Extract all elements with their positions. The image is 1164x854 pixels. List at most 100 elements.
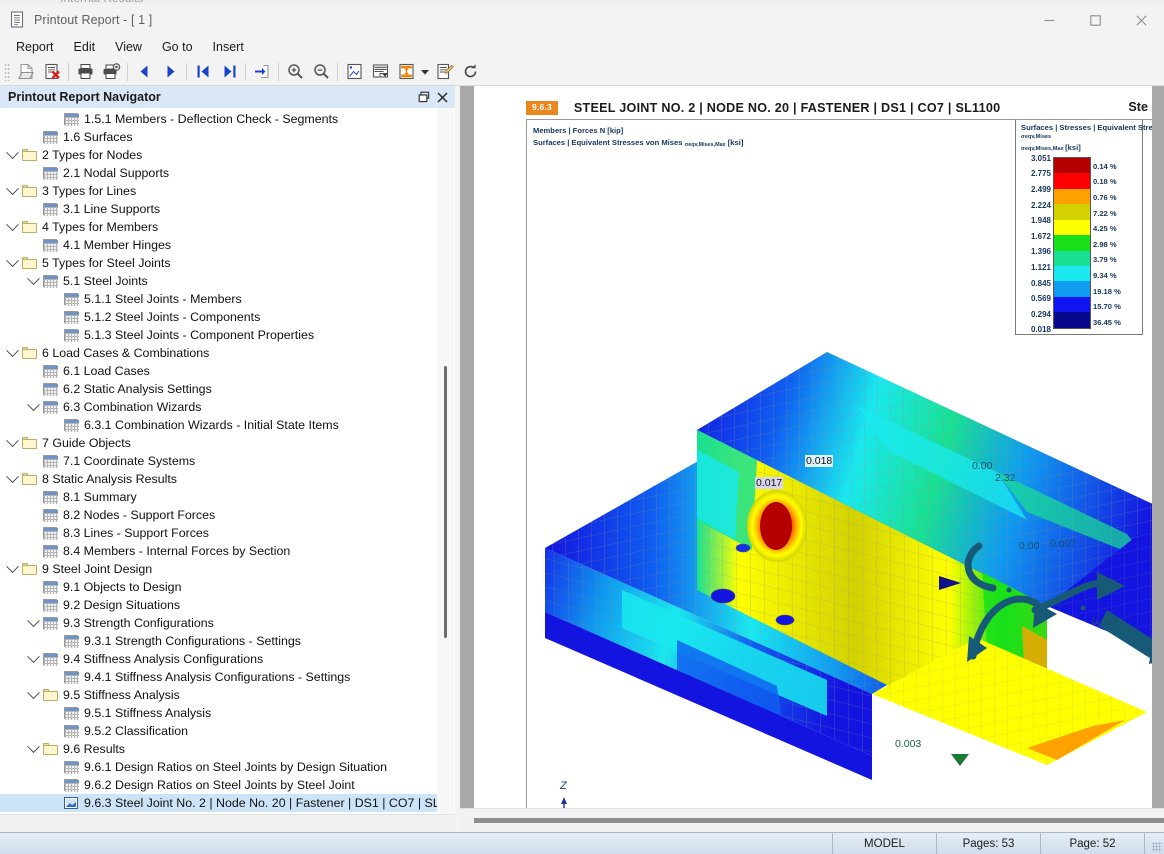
tree-item[interactable]: 8.1 Summary [0, 488, 437, 506]
tree-item[interactable]: 9.3.1 Strength Configurations - Settings [0, 632, 437, 650]
tree-item[interactable]: 9.5 Stiffness Analysis [0, 685, 437, 704]
stress-label-0017: 0.017 [755, 477, 784, 489]
print-icon[interactable] [72, 60, 98, 84]
scrollbar-thumb[interactable] [444, 366, 447, 638]
page-setup-icon[interactable] [341, 60, 367, 84]
chevron-down-icon[interactable] [25, 739, 41, 757]
tree-item-label: 6 Load Cases & Combinations [42, 346, 210, 360]
tree-item[interactable]: 6.3.1 Combination Wizards - Initial Stat… [0, 416, 437, 434]
tree-item[interactable]: 4.1 Member Hinges [0, 236, 437, 254]
chevron-down-icon[interactable] [419, 60, 431, 84]
chevron-down-icon[interactable] [4, 469, 20, 487]
open-report-icon[interactable] [13, 60, 39, 84]
tree-item[interactable]: 9.5.1 Stiffness Analysis [0, 704, 437, 722]
maximize-icon[interactable] [1072, 4, 1118, 36]
tree-item[interactable]: 1.6 Surfaces [0, 128, 437, 146]
folder-icon [20, 219, 38, 235]
tree-item[interactable]: 6.3 Combination Wizards [0, 397, 437, 416]
tree-item[interactable]: 9 Steel Joint Design [0, 559, 437, 578]
tree-item[interactable]: 5 Types for Steel Joints [0, 253, 437, 272]
tree-item-label: 9.5.2 Classification [84, 724, 188, 738]
tree-item[interactable]: 9.6.2 Design Ratios on Steel Joints by S… [0, 776, 437, 794]
menu-item-goto[interactable]: Go to [152, 38, 203, 56]
chevron-down-icon[interactable] [25, 397, 41, 415]
next-page-icon[interactable] [157, 60, 183, 84]
first-page-icon[interactable] [190, 60, 216, 84]
tree-item[interactable]: 9.6 Results [0, 739, 437, 758]
minimize-icon[interactable] [1026, 4, 1072, 36]
close-icon[interactable] [1118, 4, 1164, 36]
report-selection-icon[interactable] [367, 60, 393, 84]
tree-item[interactable]: 8.4 Members - Internal Forces by Section [0, 542, 437, 560]
tree-item[interactable]: 9.6.4 Design Ratios on Steel Joints by N… [0, 812, 437, 814]
tree-item[interactable]: 9.3 Strength Configurations [0, 613, 437, 632]
tree-item-label: 6.3.1 Combination Wizards - Initial Stat… [84, 418, 339, 432]
tree-item[interactable]: 7.1 Coordinate Systems [0, 452, 437, 470]
chevron-down-icon[interactable] [4, 145, 20, 163]
header-footer-icon[interactable] [393, 60, 419, 84]
chevron-down-icon[interactable] [4, 181, 20, 199]
scale-tick: 0.018 [1030, 325, 1051, 335]
tree-horizontal-scrollbar[interactable] [0, 814, 455, 832]
menu-item-edit[interactable]: Edit [64, 38, 106, 56]
report-page[interactable]: 9.6.3 STEEL JOINT NO. 2 | NODE NO. 20 | … [474, 86, 1152, 808]
tree-item[interactable]: 5.1.2 Steel Joints - Components [0, 308, 437, 326]
tree-item[interactable]: 8 Static Analysis Results [0, 469, 437, 488]
chevron-down-icon[interactable] [4, 253, 20, 271]
delete-report-icon[interactable] [39, 60, 65, 84]
print-settings-icon[interactable] [98, 60, 124, 84]
go-to-page-icon[interactable] [249, 60, 275, 84]
previous-page-icon[interactable] [131, 60, 157, 84]
chevron-down-icon[interactable] [25, 685, 41, 703]
tree-item[interactable]: 9.6.1 Design Ratios on Steel Joints by D… [0, 758, 437, 776]
tree-item[interactable]: 9.5.2 Classification [0, 722, 437, 740]
tree-item[interactable]: 6.2 Static Analysis Settings [0, 380, 437, 398]
tree-item[interactable]: 3.1 Line Supports [0, 200, 437, 218]
tree-item[interactable]: 9.4 Stiffness Analysis Configurations [0, 649, 437, 668]
chevron-down-icon[interactable] [4, 343, 20, 361]
document-horizontal-scrollbar[interactable] [460, 808, 1164, 832]
report-tree[interactable]: 1.5.1 Members - Deflection Check - Segme… [0, 108, 437, 814]
refresh-icon[interactable] [457, 60, 483, 84]
tree-item[interactable]: 7 Guide Objects [0, 433, 437, 452]
tree-item[interactable]: 1.5.1 Members - Deflection Check - Segme… [0, 110, 437, 128]
tree-item[interactable]: 9.6.3 Steel Joint No. 2 | Node No. 20 | … [0, 794, 437, 812]
toolbar-grip[interactable] [4, 62, 10, 81]
tree-item[interactable]: 8.3 Lines - Support Forces [0, 524, 437, 542]
chevron-down-icon[interactable] [25, 649, 41, 667]
colour-scale: 3.051 2.775 2.499 2.224 1.948 1.672 1.396 1.121… [1021, 154, 1133, 335]
chevron-down-icon[interactable] [4, 217, 20, 235]
menu-item-insert[interactable]: Insert [203, 38, 254, 56]
zoom-out-icon[interactable] [308, 60, 334, 84]
tree-item[interactable]: 5.1 Steel Joints [0, 271, 437, 290]
menu-item-view[interactable]: View [105, 38, 152, 56]
chevron-down-icon[interactable] [4, 559, 20, 577]
tree-item[interactable]: 5.1.3 Steel Joints - Component Propertie… [0, 326, 437, 344]
undock-icon[interactable] [415, 88, 433, 106]
tree-item[interactable]: 6 Load Cases & Combinations [0, 343, 437, 362]
tree-item[interactable]: 9.1 Objects to Design [0, 578, 437, 596]
scrollbar-thumb[interactable] [474, 818, 1164, 823]
zoom-in-icon[interactable] [282, 60, 308, 84]
chevron-down-icon[interactable] [25, 613, 41, 631]
chevron-down-icon[interactable] [4, 433, 20, 451]
status-mode[interactable]: MODEL [832, 833, 936, 854]
chevron-down-icon[interactable] [25, 271, 41, 289]
last-page-icon[interactable] [216, 60, 242, 84]
tree-item[interactable]: 9.4.1 Stiffness Analysis Configurations … [0, 668, 437, 686]
tree-item[interactable]: 2.1 Nodal Supports [0, 164, 437, 182]
tree-item[interactable]: 9.2 Design Situations [0, 596, 437, 614]
tree-item[interactable]: 6.1 Load Cases [0, 362, 437, 380]
close-icon[interactable] [433, 88, 451, 106]
table-icon [41, 399, 59, 415]
menu-item-report[interactable]: Report [6, 38, 64, 56]
tree-item[interactable]: 8.2 Nodes - Support Forces [0, 506, 437, 524]
tree-item[interactable]: 3 Types for Lines [0, 181, 437, 200]
tree-vertical-scrollbar[interactable] [437, 108, 454, 814]
tree-item[interactable]: 2 Types for Nodes [0, 145, 437, 164]
resize-grip-icon[interactable] [1144, 833, 1164, 854]
table-icon [62, 759, 80, 775]
tree-item[interactable]: 5.1.1 Steel Joints - Members [0, 290, 437, 308]
edit-report-icon[interactable] [431, 60, 457, 84]
tree-item[interactable]: 4 Types for Members [0, 217, 437, 236]
